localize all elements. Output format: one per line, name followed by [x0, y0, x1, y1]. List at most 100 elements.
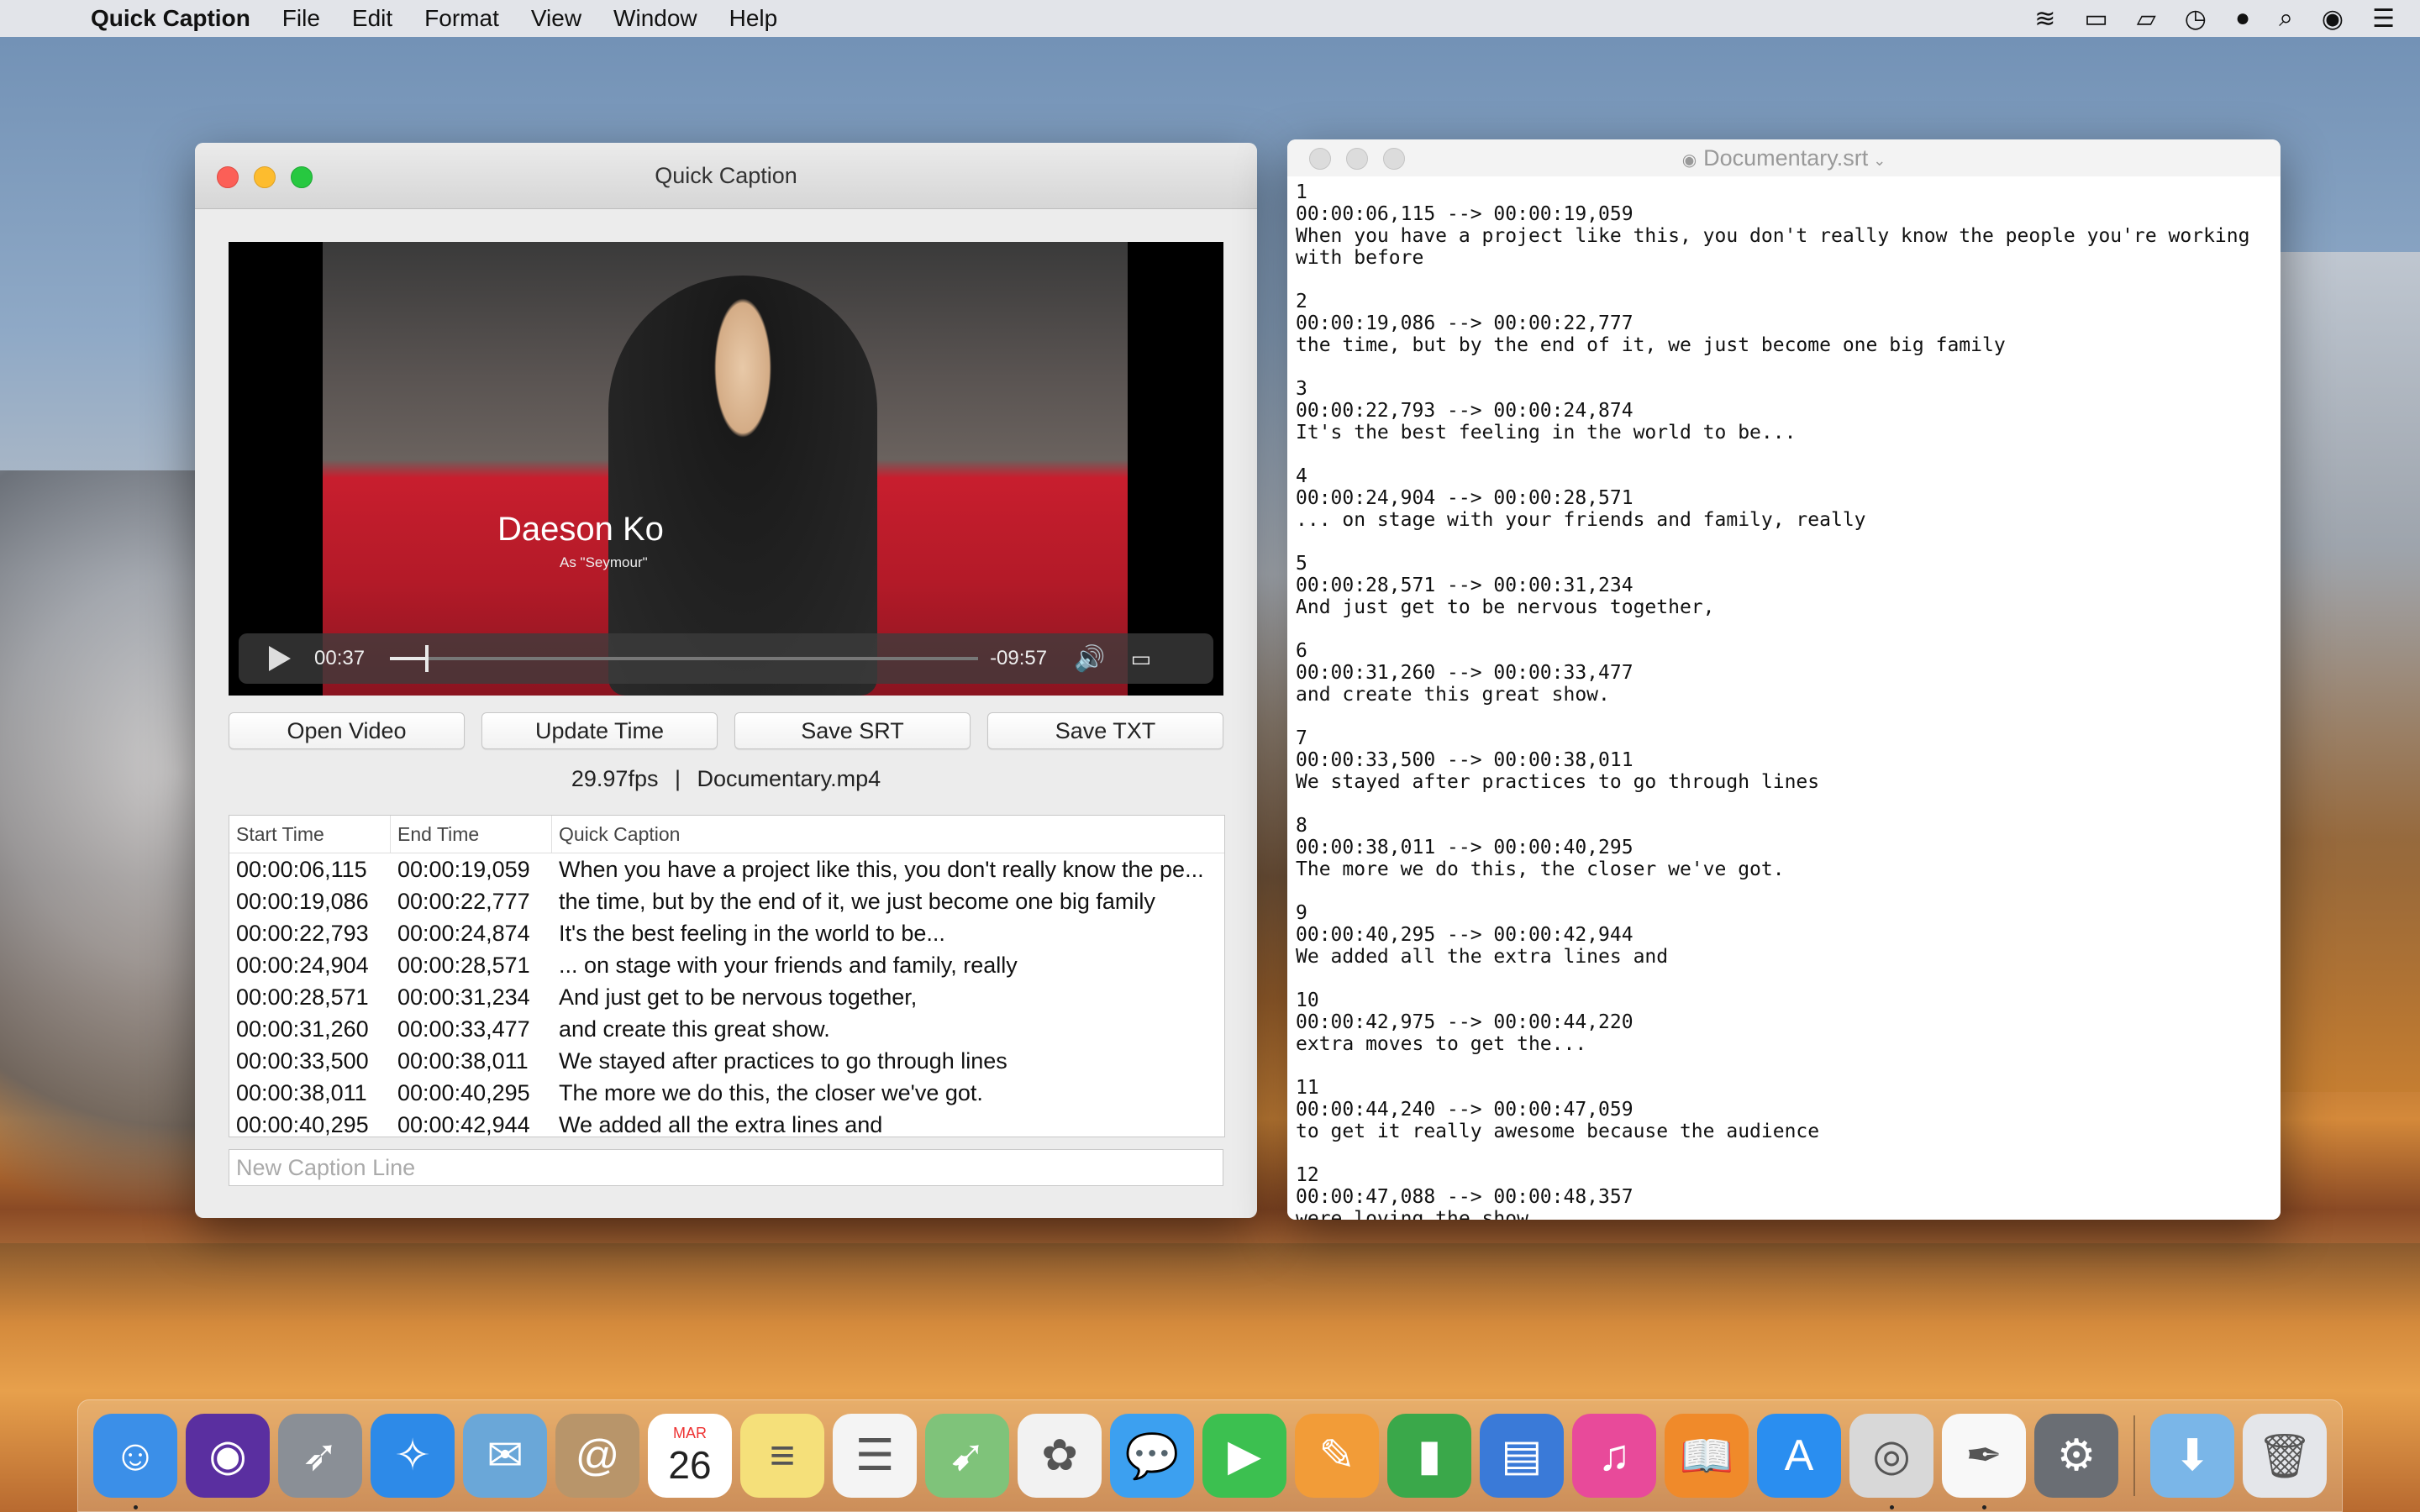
window-titlebar[interactable]: Quick Caption [195, 143, 1257, 209]
save-srt-button[interactable]: Save SRT [734, 712, 971, 749]
cell-caption: the time, but by the end of it, we just … [559, 889, 1155, 914]
keynote-icon[interactable]: ▤ [1480, 1414, 1564, 1498]
dock-icon-glyph: A [1784, 1431, 1814, 1480]
ibooks-icon[interactable]: 📖 [1665, 1414, 1749, 1498]
system-preferences-icon[interactable]: ⚙ [2034, 1414, 2118, 1498]
cell-caption: ... on stage with your friends and famil… [559, 953, 1018, 978]
airplay-icon[interactable]: ▭ [1130, 646, 1151, 672]
pages-icon[interactable]: ✎ [1295, 1414, 1379, 1498]
table-row[interactable]: 00:00:24,904 00:00:28,571 ... on stage wit… [229, 949, 1224, 981]
srt-text: It's the best feeling in the world to be… [1296, 422, 1797, 444]
info-separator: | [674, 766, 681, 791]
app-store-icon[interactable]: A [1757, 1414, 1841, 1498]
update-time-button[interactable]: Update Time [481, 712, 718, 749]
table-row[interactable]: 00:00:28,571 00:00:31,234 And just get to … [229, 981, 1224, 1013]
menu-app-name[interactable]: Quick Caption [91, 5, 250, 32]
calendar-icon[interactable]: MAR 26 [648, 1414, 732, 1498]
srt-entry: 10 00:00:42,975 --> 00:00:44,220 extra mov… [1296, 990, 2272, 1055]
trash-icon[interactable]: 🗑 [2243, 1414, 2327, 1498]
table-row[interactable]: 00:00:33,500 00:00:38,011 We stayed after … [229, 1045, 1224, 1077]
menu-file[interactable]: File [282, 5, 320, 32]
user-icon[interactable]: ● [2235, 4, 2250, 33]
reminders-icon[interactable]: ☰ [833, 1414, 917, 1498]
battery-icon[interactable]: ▭ [2084, 4, 2107, 34]
menu-view[interactable]: View [531, 5, 581, 32]
textedit-icon[interactable]: ✒ [1942, 1414, 2026, 1509]
table-row[interactable]: 00:00:19,086 00:00:22,777 the time, but by… [229, 885, 1224, 917]
table-header: Start Time End Time Quick Caption [229, 816, 1224, 853]
downloads-folder-icon[interactable]: ⬇ [2150, 1414, 2234, 1498]
srt-text: The more we do this, the closer we've go… [1296, 858, 1785, 880]
srt-timecode: 00:00:28,571 --> 00:00:31,234 [1296, 575, 1634, 596]
srt-text: We added all the extra lines and [1296, 946, 1669, 968]
srt-index: 5 [1296, 553, 1307, 575]
dock-icon-glyph: ⬇ [2174, 1431, 2211, 1480]
column-header-end-time[interactable]: End Time [391, 816, 552, 853]
scrubber-handle[interactable] [425, 645, 429, 672]
srt-timecode: 00:00:31,260 --> 00:00:33,477 [1296, 662, 1634, 684]
calendar-day: 26 [668, 1442, 712, 1487]
contacts-icon[interactable]: @ [555, 1414, 639, 1498]
facetime-icon[interactable]: ▶ [1202, 1414, 1286, 1498]
column-header-start-time[interactable]: Start Time [229, 816, 391, 853]
caption-table[interactable]: Start Time End Time Quick Caption 00:00:… [229, 815, 1225, 1137]
scrubber-track[interactable] [390, 645, 979, 672]
notification-center-icon[interactable]: ☰ [2372, 4, 2395, 34]
volume-icon[interactable]: 🔊 [1074, 644, 1105, 674]
mail-icon[interactable]: ✉ [463, 1414, 547, 1498]
editor-titlebar[interactable]: ◉ Documentary.srt ⌄ [1287, 139, 2281, 177]
airplay-icon[interactable]: ▱ [2137, 4, 2156, 34]
table-row[interactable]: 00:00:31,260 00:00:33,477 and create this … [229, 1013, 1224, 1045]
menu-edit[interactable]: Edit [352, 5, 392, 32]
save-txt-button[interactable]: Save TXT [987, 712, 1223, 749]
srt-text: were loving the show. [1296, 1208, 1540, 1220]
video-player[interactable]: Daeson Ko As "Seymour" 00:37 -09:57 🔊 ▭ [229, 242, 1223, 696]
srt-entry: 5 00:00:28,571 --> 00:00:31,234 And just g… [1296, 553, 2272, 618]
video-frame: Daeson Ko As "Seymour" [323, 242, 1128, 696]
new-caption-input[interactable]: New Caption Line [229, 1149, 1223, 1186]
menu-help[interactable]: Help [729, 5, 778, 32]
menu-window[interactable]: Window [613, 5, 697, 32]
cell-caption: It's the best feeling in the world to be… [559, 921, 945, 946]
dock-icon-glyph: ✧ [394, 1431, 431, 1480]
cell-start-time: 00:00:40,295 [236, 1112, 369, 1137]
table-row[interactable]: 00:00:22,793 00:00:24,874 It's the best fe… [229, 917, 1224, 949]
srt-text-area[interactable]: 1 00:00:06,115 --> 00:00:19,059 When you h… [1287, 176, 2281, 1220]
srt-index: 4 [1296, 465, 1307, 487]
safari-icon[interactable]: ✧ [371, 1414, 455, 1498]
spotlight-icon[interactable]: ⌕ [2279, 4, 2293, 33]
time-machine-icon[interactable]: ◷ [2185, 4, 2207, 34]
srt-entry: 2 00:00:19,086 --> 00:00:22,777 the time, … [1296, 291, 2272, 356]
siri-icon[interactable]: ◉ [2322, 4, 2344, 34]
messages-icon[interactable]: 💬 [1110, 1414, 1194, 1498]
cell-start-time: 00:00:28,571 [236, 984, 369, 1010]
itunes-icon[interactable]: ♫ [1572, 1414, 1656, 1498]
chevron-down-icon[interactable]: ⌄ [1873, 152, 1886, 169]
dock-icon-glyph: 💬 [1124, 1431, 1180, 1481]
play-icon[interactable] [269, 646, 291, 671]
running-indicator [134, 1505, 138, 1509]
photos-icon[interactable]: ✿ [1018, 1414, 1102, 1498]
editor-title[interactable]: ◉ Documentary.srt ⌄ [1287, 139, 2281, 179]
cell-end-time: 00:00:22,777 [397, 889, 530, 914]
srt-index: 12 [1296, 1164, 1319, 1186]
cell-start-time: 00:00:33,500 [236, 1048, 369, 1074]
notes-icon[interactable]: ≡ [740, 1414, 824, 1498]
column-header-caption[interactable]: Quick Caption [552, 816, 1224, 853]
dock-icon-glyph: ⚙ [2056, 1431, 2096, 1480]
srt-text: the time, but by the end of it, we just … [1296, 334, 2006, 356]
quick-caption-icon[interactable]: ◎ [1849, 1414, 1933, 1509]
table-row[interactable]: 00:00:38,011 00:00:40,295 The more we do t… [229, 1077, 1224, 1109]
launchpad-icon[interactable]: ➶ [278, 1414, 362, 1498]
table-row[interactable]: 00:00:40,295 00:00:42,944 We added all the… [229, 1109, 1224, 1137]
finder-icon[interactable]: ☺ [93, 1414, 177, 1509]
siri-icon[interactable]: ◉ [186, 1414, 270, 1498]
srt-timecode: 00:00:19,086 --> 00:00:22,777 [1296, 312, 1634, 334]
wifi-icon[interactable]: ≋ [2034, 4, 2055, 34]
srt-text: And just get to be nervous together, [1296, 596, 1715, 618]
menu-format[interactable]: Format [424, 5, 499, 32]
table-row[interactable]: 00:00:06,115 00:00:19,059 When you have a … [229, 853, 1224, 885]
maps-icon[interactable]: ➹ [925, 1414, 1009, 1498]
open-video-button[interactable]: Open Video [229, 712, 465, 749]
numbers-icon[interactable]: ▮ [1387, 1414, 1471, 1498]
